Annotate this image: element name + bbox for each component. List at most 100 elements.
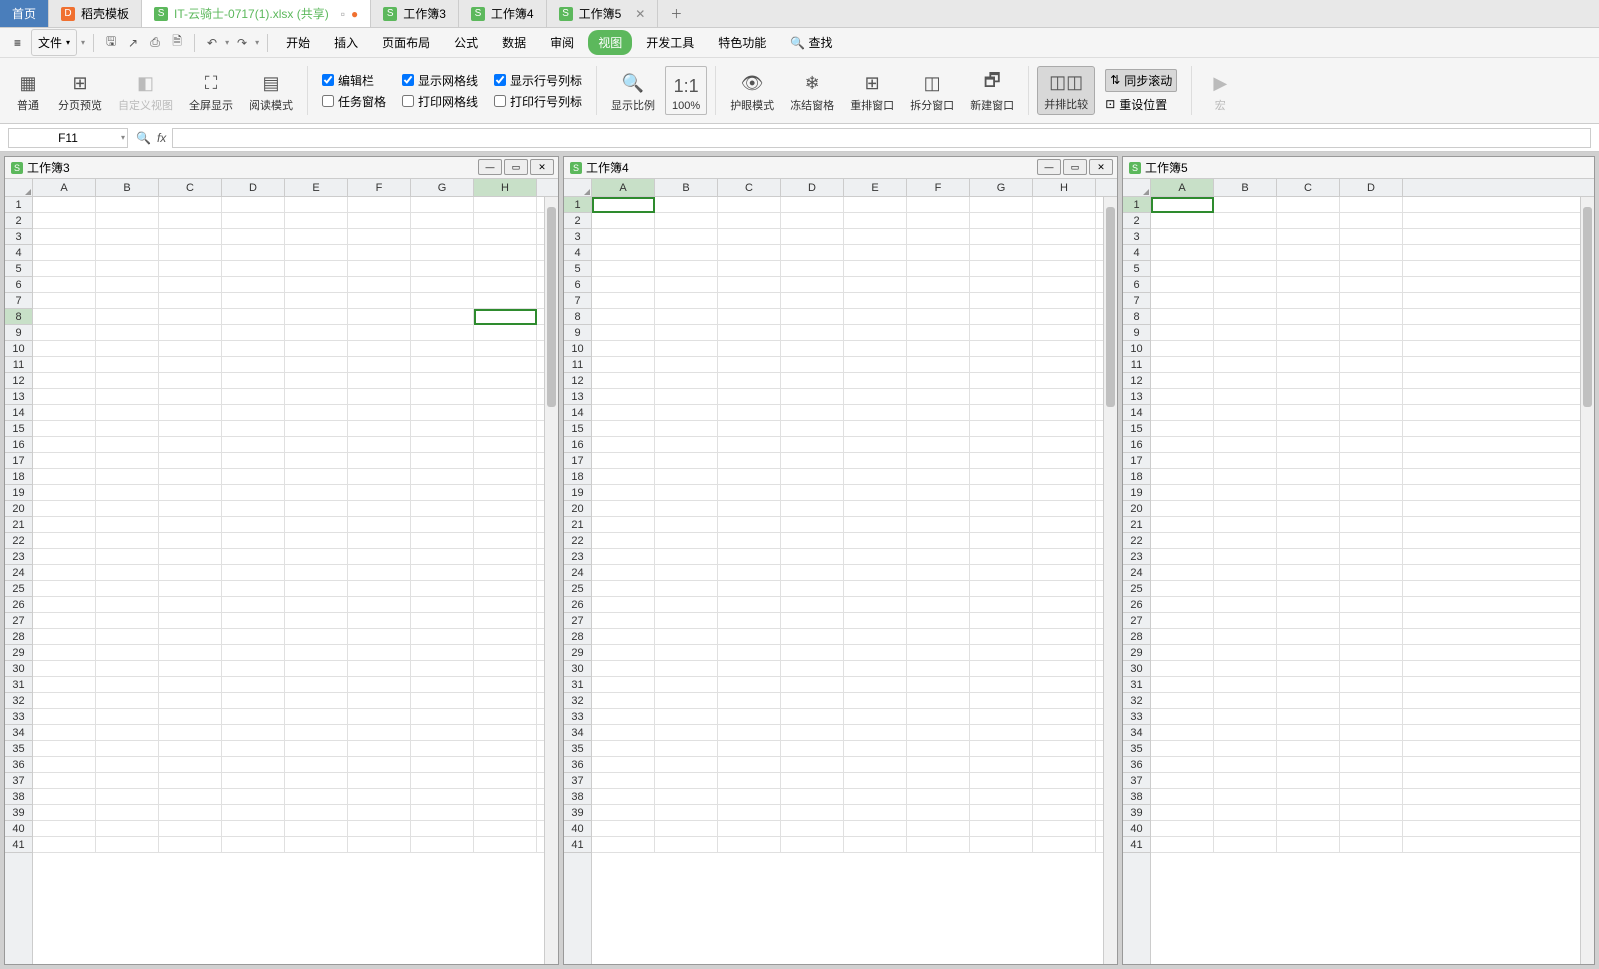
scrollbar-thumb[interactable] bbox=[547, 207, 556, 407]
row-header[interactable]: 31 bbox=[564, 677, 591, 693]
ribbon-100pct[interactable]: 1:1100% bbox=[665, 66, 707, 115]
row-header[interactable]: 41 bbox=[5, 837, 32, 853]
row-header[interactable]: 13 bbox=[1123, 389, 1150, 405]
row-header[interactable]: 19 bbox=[5, 485, 32, 501]
row-header[interactable]: 28 bbox=[5, 629, 32, 645]
ribbon-reset-pos[interactable]: ⊡重设位置 bbox=[1105, 96, 1177, 113]
menu-start[interactable]: 开始 bbox=[276, 30, 320, 55]
check-print-grid-box[interactable] bbox=[402, 95, 414, 107]
menu-find[interactable]: 🔍 查找 bbox=[780, 30, 842, 55]
ribbon-zoom[interactable]: 🔍显示比例 bbox=[605, 66, 661, 115]
row-header[interactable]: 26 bbox=[1123, 597, 1150, 613]
row-header[interactable]: 23 bbox=[1123, 549, 1150, 565]
row-header[interactable]: 41 bbox=[1123, 837, 1150, 853]
row-header[interactable]: 14 bbox=[5, 405, 32, 421]
row-header[interactable]: 18 bbox=[1123, 469, 1150, 485]
row-header[interactable]: 2 bbox=[5, 213, 32, 229]
row-header[interactable]: 3 bbox=[564, 229, 591, 245]
row-header[interactable]: 7 bbox=[564, 293, 591, 309]
save-icon[interactable]: 🖫 bbox=[102, 34, 120, 52]
name-box[interactable]: F11▾ bbox=[8, 128, 128, 148]
row-header[interactable]: 24 bbox=[564, 565, 591, 581]
ribbon-normal[interactable]: ▦普通 bbox=[8, 66, 48, 115]
row-header[interactable]: 21 bbox=[1123, 517, 1150, 533]
row-header[interactable]: 18 bbox=[5, 469, 32, 485]
row-header[interactable]: 10 bbox=[5, 341, 32, 357]
row-header[interactable]: 21 bbox=[564, 517, 591, 533]
row-header[interactable]: 8 bbox=[1123, 309, 1150, 325]
row-header[interactable]: 6 bbox=[5, 277, 32, 293]
row-header[interactable]: 40 bbox=[5, 821, 32, 837]
row-header[interactable]: 20 bbox=[1123, 501, 1150, 517]
col-header[interactable]: C bbox=[1277, 179, 1340, 196]
col-header[interactable]: D bbox=[222, 179, 285, 196]
row-header[interactable]: 5 bbox=[5, 261, 32, 277]
row-header[interactable]: 5 bbox=[1123, 261, 1150, 277]
maximize-button[interactable]: ▭ bbox=[504, 159, 528, 175]
tab-wb3[interactable]: S工作簿3 bbox=[371, 0, 459, 27]
row-header[interactable]: 29 bbox=[1123, 645, 1150, 661]
col-header[interactable]: C bbox=[159, 179, 222, 196]
row-header[interactable]: 6 bbox=[564, 277, 591, 293]
row-header[interactable]: 17 bbox=[5, 453, 32, 469]
row-header[interactable]: 9 bbox=[5, 325, 32, 341]
minimize-button[interactable]: — bbox=[478, 159, 502, 175]
chevron-down-icon[interactable]: ▾ bbox=[225, 38, 229, 47]
row-header[interactable]: 3 bbox=[5, 229, 32, 245]
row-header[interactable]: 10 bbox=[564, 341, 591, 357]
row-header[interactable]: 1 bbox=[5, 197, 32, 213]
row-header[interactable]: 12 bbox=[564, 373, 591, 389]
chevron-down-icon[interactable]: ▾ bbox=[255, 38, 259, 47]
menu-insert[interactable]: 插入 bbox=[324, 30, 368, 55]
check-print-rowcol[interactable]: 打印行号列标 bbox=[494, 93, 582, 110]
row-header[interactable]: 31 bbox=[5, 677, 32, 693]
row-header[interactable]: 25 bbox=[5, 581, 32, 597]
close-button[interactable]: ✕ bbox=[530, 159, 554, 175]
row-header[interactable]: 35 bbox=[5, 741, 32, 757]
row-header[interactable]: 26 bbox=[5, 597, 32, 613]
row-header[interactable]: 1 bbox=[1123, 197, 1150, 213]
tab-menu-icon[interactable]: ▫ bbox=[341, 7, 345, 21]
vertical-scrollbar[interactable] bbox=[544, 197, 558, 964]
row-header[interactable]: 15 bbox=[5, 421, 32, 437]
row-header[interactable]: 7 bbox=[1123, 293, 1150, 309]
row-header[interactable]: 2 bbox=[564, 213, 591, 229]
row-header[interactable]: 2 bbox=[1123, 213, 1150, 229]
check-task-pane[interactable]: 任务窗格 bbox=[322, 93, 386, 110]
tab-template[interactable]: D稻壳模板 bbox=[49, 0, 142, 27]
row-header[interactable]: 33 bbox=[5, 709, 32, 725]
ribbon-custom-view[interactable]: ◧自定义视图 bbox=[112, 66, 179, 115]
row-header[interactable]: 15 bbox=[564, 421, 591, 437]
row-header[interactable]: 37 bbox=[5, 773, 32, 789]
row-header[interactable]: 9 bbox=[1123, 325, 1150, 341]
row-header[interactable]: 40 bbox=[1123, 821, 1150, 837]
row-header[interactable]: 22 bbox=[564, 533, 591, 549]
select-all-corner[interactable] bbox=[5, 179, 33, 196]
row-header[interactable]: 39 bbox=[564, 805, 591, 821]
select-all-corner[interactable] bbox=[564, 179, 592, 196]
row-header[interactable]: 25 bbox=[1123, 581, 1150, 597]
pane-title-wb4[interactable]: S 工作簿4 — ▭ ✕ bbox=[564, 157, 1117, 179]
row-header[interactable]: 23 bbox=[5, 549, 32, 565]
tab-wb4[interactable]: S工作簿4 bbox=[459, 0, 547, 27]
col-header[interactable]: B bbox=[655, 179, 718, 196]
row-header[interactable]: 22 bbox=[5, 533, 32, 549]
row-header[interactable]: 14 bbox=[1123, 405, 1150, 421]
row-header[interactable]: 34 bbox=[5, 725, 32, 741]
row-header[interactable]: 3 bbox=[1123, 229, 1150, 245]
row-header[interactable]: 29 bbox=[5, 645, 32, 661]
ribbon-split[interactable]: ◫拆分窗口 bbox=[904, 66, 960, 115]
row-header[interactable]: 8 bbox=[564, 309, 591, 325]
row-header[interactable]: 20 bbox=[5, 501, 32, 517]
row-header[interactable]: 32 bbox=[564, 693, 591, 709]
chevron-down-icon[interactable]: ▾ bbox=[121, 133, 125, 142]
row-header[interactable]: 25 bbox=[564, 581, 591, 597]
row-header[interactable]: 9 bbox=[564, 325, 591, 341]
row-header[interactable]: 36 bbox=[1123, 757, 1150, 773]
row-header[interactable]: 20 bbox=[564, 501, 591, 517]
row-header[interactable]: 27 bbox=[5, 613, 32, 629]
row-header[interactable]: 16 bbox=[564, 437, 591, 453]
minimize-button[interactable]: — bbox=[1037, 159, 1061, 175]
ribbon-fullscreen[interactable]: ⛶全屏显示 bbox=[183, 66, 239, 115]
menu-view[interactable]: 视图 bbox=[588, 30, 632, 55]
